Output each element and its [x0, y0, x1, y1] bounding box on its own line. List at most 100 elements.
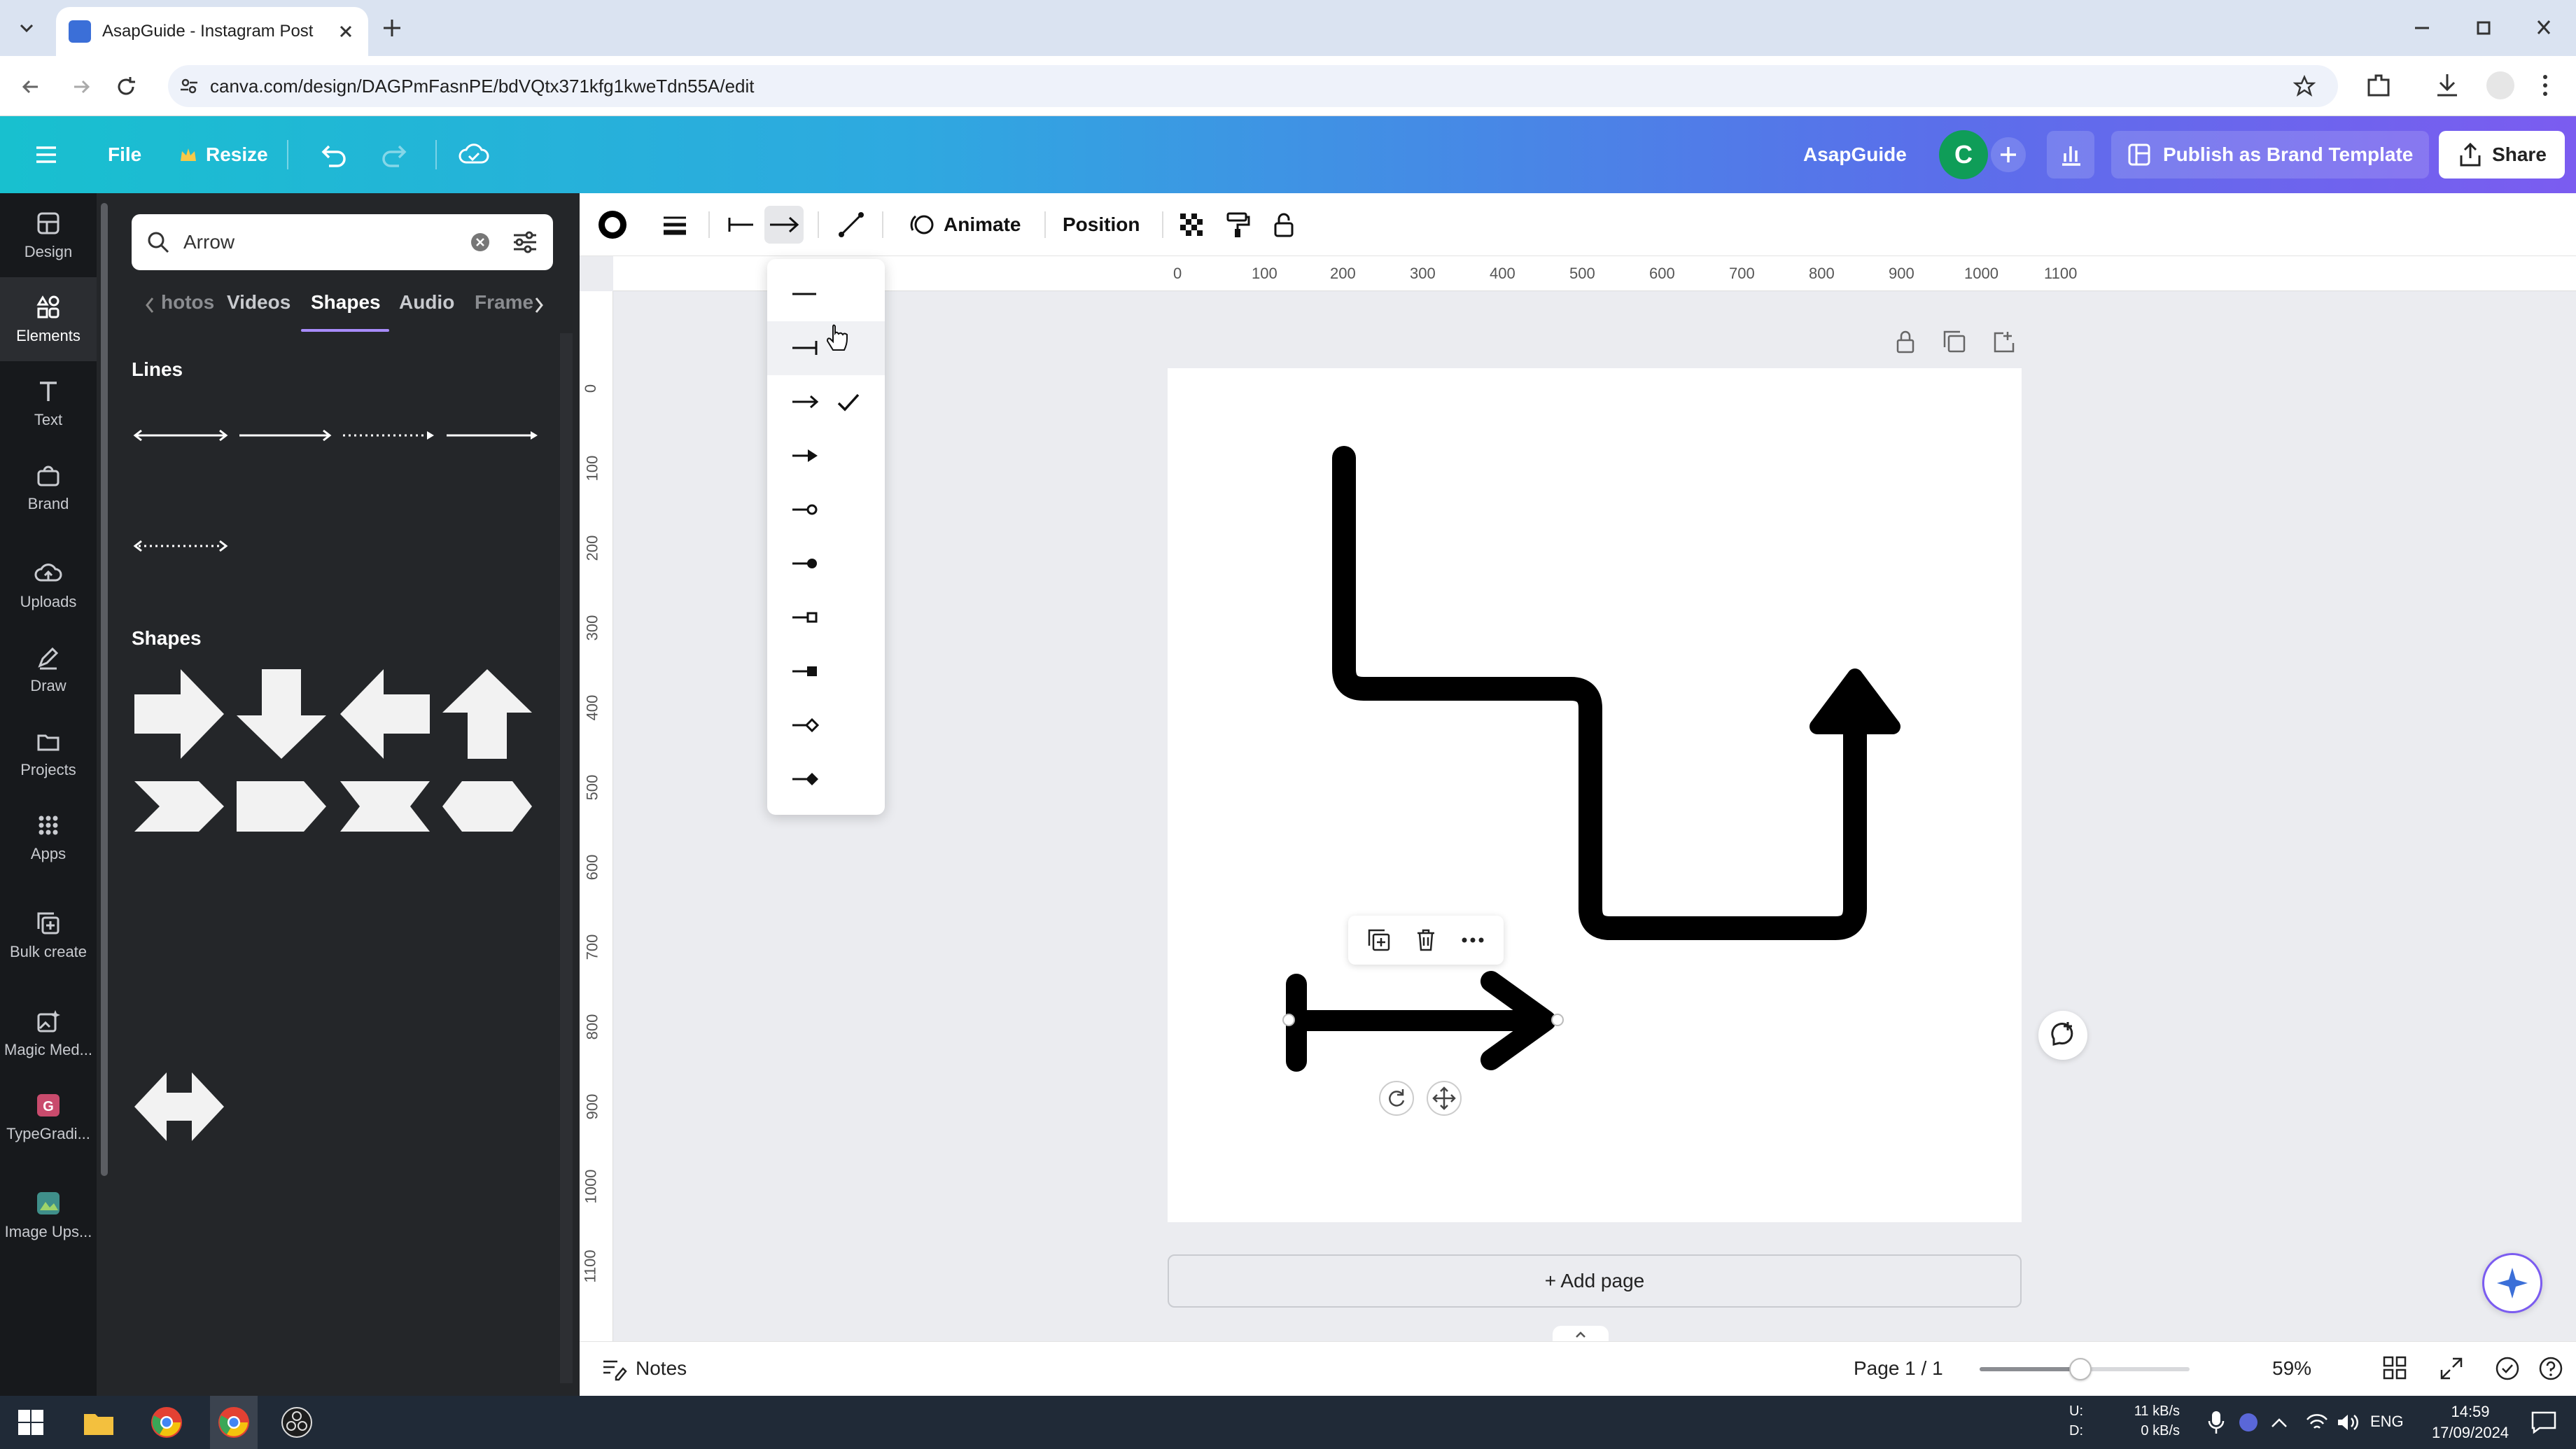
save-status-button[interactable]: [458, 116, 490, 193]
rotate-handle[interactable]: [1379, 1081, 1414, 1116]
line-double-arrow[interactable]: [132, 428, 230, 442]
position-button[interactable]: Position: [1063, 193, 1140, 256]
transparency-button[interactable]: [1177, 193, 1205, 256]
tab-frames[interactable]: Frame: [475, 291, 533, 314]
microphone-icon[interactable]: [2205, 1410, 2227, 1435]
rail-item-magic-med[interactable]: Magic Med...: [0, 991, 97, 1075]
line-end-option-square[interactable]: [767, 591, 885, 645]
profile-avatar[interactable]: [2486, 71, 2514, 99]
results-scrollbar[interactable]: [560, 333, 573, 1383]
grid-view-icon[interactable]: [2381, 1354, 2409, 1382]
more-horizontal-icon[interactable]: [1459, 926, 1487, 954]
rail-item-brand[interactable]: Brand: [0, 445, 97, 529]
browser-menu-button[interactable]: [2533, 70, 2558, 101]
duplicate-page-icon[interactable]: [1940, 328, 1968, 356]
rail-item-uploads[interactable]: Uploads: [0, 543, 97, 627]
line-end-option-filled-arrow[interactable]: [767, 429, 885, 483]
line-type-button[interactable]: [836, 193, 867, 256]
shape-arrow-up[interactable]: [440, 666, 535, 762]
line-end-option-filled-square[interactable]: [767, 645, 885, 699]
design-page[interactable]: [1168, 368, 2022, 1222]
user-avatar[interactable]: C: [1939, 130, 1988, 179]
bookmark-star-icon[interactable]: [2293, 75, 2316, 97]
resize-button[interactable]: Resize: [178, 116, 268, 193]
obs-recorder-icon[interactable]: [280, 1406, 314, 1439]
chrome-active-taskbar-button[interactable]: [210, 1396, 258, 1449]
language-indicator[interactable]: ENG: [2370, 1413, 2404, 1431]
tabs-scroll-left-icon[interactable]: [143, 295, 157, 315]
tab-shapes[interactable]: Shapes: [311, 291, 381, 314]
nvidia-tray-icon[interactable]: [2271, 1411, 2293, 1434]
help-icon[interactable]: [2537, 1354, 2565, 1382]
line-end-option-filled-circle[interactable]: [767, 537, 885, 591]
extensions-button[interactable]: [2363, 70, 2394, 101]
line-dotted-double-arrow[interactable]: [132, 539, 230, 553]
rail-item-text[interactable]: Text: [0, 361, 97, 445]
window-restore-button[interactable]: [2470, 15, 2498, 41]
window-minimize-button[interactable]: [2408, 15, 2436, 41]
magic-assistant-button[interactable]: [2482, 1253, 2542, 1313]
elements-search-input[interactable]: Arrow: [132, 214, 553, 270]
rail-item-elements[interactable]: Elements: [0, 277, 97, 361]
add-comment-button[interactable]: [2038, 1011, 2087, 1060]
file-explorer-icon[interactable]: [83, 1407, 115, 1438]
line-color-button[interactable]: [595, 193, 630, 256]
rail-item-design[interactable]: Design: [0, 193, 97, 277]
tabs-scroll-right-icon[interactable]: [532, 295, 546, 315]
line-style-button[interactable]: [661, 193, 689, 256]
rail-item-image-ups[interactable]: Image Ups...: [0, 1173, 97, 1257]
site-info-icon[interactable]: [179, 76, 199, 96]
shape-double-arrow[interactable]: [132, 1068, 227, 1145]
file-menu-button[interactable]: File: [108, 116, 141, 193]
page-indicator[interactable]: Page 1 / 1: [1854, 1357, 1943, 1380]
line-end-handle[interactable]: [1551, 1014, 1564, 1026]
notifications-icon[interactable]: [2530, 1410, 2558, 1435]
panel-scrollbar-thumb[interactable]: [101, 203, 108, 1176]
url-bar[interactable]: canva.com/design/DAGPmFasnPE/bdVQtx371kf…: [168, 65, 2338, 107]
add-page-button[interactable]: + Add page: [1168, 1254, 2022, 1308]
zoom-level[interactable]: 59%: [2272, 1357, 2311, 1380]
shape-arrow-right[interactable]: [132, 666, 227, 762]
line-end-option-circle[interactable]: [767, 483, 885, 537]
lock-button[interactable]: [1270, 193, 1298, 256]
browser-tab[interactable]: AsapGuide - Instagram Post: [56, 7, 368, 56]
share-button[interactable]: Share: [2439, 131, 2565, 178]
shape-arrow-left[interactable]: [337, 666, 433, 762]
system-clock[interactable]: 14:59 17/09/2024: [2425, 1401, 2516, 1443]
show-pages-handle[interactable]: [1553, 1326, 1609, 1343]
invite-button[interactable]: [1991, 137, 2026, 172]
wifi-icon[interactable]: [2304, 1411, 2330, 1434]
line-arrow[interactable]: [237, 428, 335, 442]
tab-close-icon[interactable]: [336, 22, 356, 41]
line-end-option-arrow[interactable]: [767, 375, 885, 429]
tab-audio[interactable]: Audio: [399, 291, 454, 314]
notes-button[interactable]: Notes: [599, 1354, 687, 1382]
shape-chevron[interactable]: [132, 778, 227, 834]
shape-notched-banner[interactable]: [337, 778, 433, 834]
lock-page-icon[interactable]: [1891, 328, 1919, 356]
chrome-icon[interactable]: [150, 1406, 183, 1439]
clear-search-icon[interactable]: [469, 231, 491, 253]
tab-photos[interactable]: hotos: [161, 291, 214, 314]
redo-button[interactable]: [379, 116, 410, 193]
zoom-slider[interactable]: [1980, 1358, 2190, 1380]
line-dotted-arrow[interactable]: [340, 428, 438, 442]
rail-item-apps[interactable]: Apps: [0, 795, 97, 879]
check-circle-icon[interactable]: [2493, 1354, 2521, 1382]
line-end-button[interactable]: [764, 206, 804, 244]
trash-icon[interactable]: [1412, 926, 1440, 954]
shape-arrow-down[interactable]: [234, 666, 329, 762]
brand-name-label[interactable]: AsapGuide: [1803, 116, 1907, 193]
add-page-icon[interactable]: [1989, 328, 2017, 356]
duplicate-icon[interactable]: [1365, 926, 1393, 954]
back-button[interactable]: [17, 73, 45, 101]
shape-hexagon[interactable]: [440, 778, 535, 834]
app-status-icon[interactable]: [2237, 1411, 2260, 1434]
panel-scrollbar[interactable]: [101, 203, 108, 1358]
filter-icon[interactable]: [511, 228, 539, 256]
line-end-option-diamond[interactable]: [767, 699, 885, 752]
shape-pentagon-arrow[interactable]: [234, 778, 329, 834]
window-close-button[interactable]: [2530, 15, 2558, 41]
rail-item-typegradi[interactable]: G TypeGradi...: [0, 1075, 97, 1159]
main-menu-button[interactable]: [32, 116, 60, 193]
